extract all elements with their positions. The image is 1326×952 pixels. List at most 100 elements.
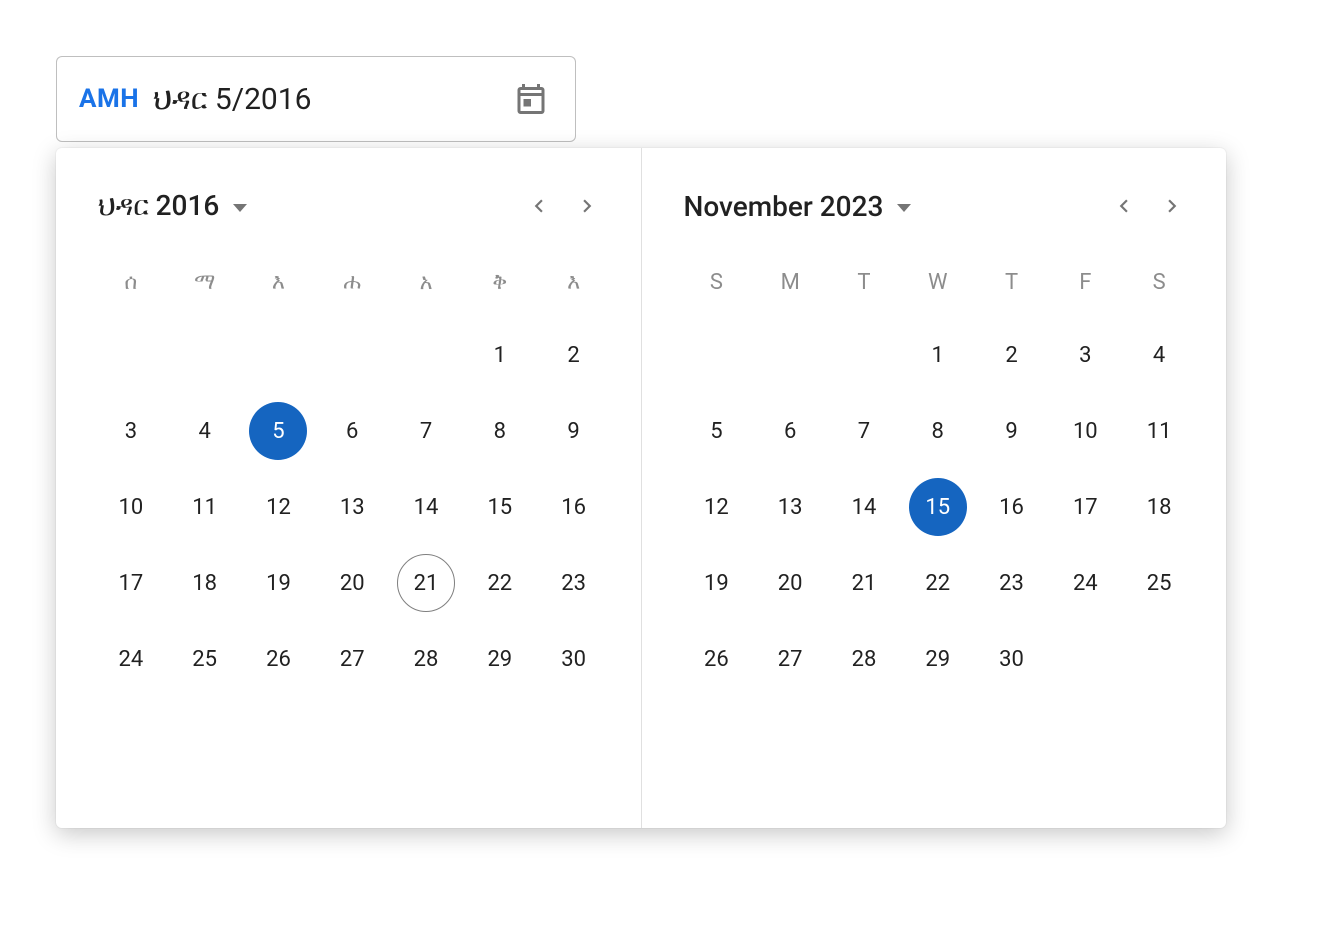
chevron-down-icon[interactable] [233,204,247,212]
calendar-cell: 11 [1122,393,1196,469]
calendar-day[interactable]: 26 [687,630,745,688]
calendar-day[interactable]: 9 [545,402,603,460]
calendar-day[interactable]: 28 [835,630,893,688]
calendar-day[interactable]: 29 [471,630,529,688]
chevron-down-icon[interactable] [897,204,911,212]
calendar-day[interactable]: 7 [397,402,455,460]
calendar-day[interactable]: 14 [835,478,893,536]
day-of-week-header: ሐ [315,260,389,317]
calendar-cell [680,317,754,393]
calendar-day[interactable]: 13 [761,478,819,536]
calendar-day[interactable]: 1 [471,326,529,384]
calendar-cell: 16 [975,469,1049,545]
calendar-day[interactable]: 26 [249,630,307,688]
calendar-day[interactable]: 29 [909,630,967,688]
left-prev-month-button[interactable] [515,182,563,230]
calendar-cell: 22 [463,545,537,621]
calendar-day[interactable]: 16 [545,478,603,536]
calendar-day[interactable]: 18 [176,554,234,612]
calendar-day[interactable]: 27 [761,630,819,688]
date-input-value: ህዳር 5/2016 [153,82,509,117]
calendar-day[interactable]: 19 [249,554,307,612]
calendar-cell [1122,621,1196,697]
left-next-month-button[interactable] [563,182,611,230]
calendar-day[interactable]: 2 [545,326,603,384]
calendar-day[interactable]: 20 [761,554,819,612]
calendar-day[interactable]: 4 [1130,326,1188,384]
calendar-day[interactable]: 12 [687,478,745,536]
calendar-day[interactable]: 4 [176,402,234,460]
calendar-day[interactable]: 6 [323,402,381,460]
calendar-day[interactable]: 24 [102,630,160,688]
calendar-cell: 26 [680,621,754,697]
calendar-day[interactable]: 8 [909,402,967,460]
calendar-day[interactable]: 20 [323,554,381,612]
calendar-cell: 6 [315,393,389,469]
calendar-day[interactable]: 23 [545,554,603,612]
chevron-left-icon [526,193,552,219]
calendar-day[interactable]: 3 [102,402,160,460]
calendar-day[interactable]: 19 [687,554,745,612]
calendar-cell: 23 [975,545,1049,621]
calendar-day[interactable]: 2 [983,326,1041,384]
date-input-box[interactable]: AMH ህዳር 5/2016 [56,56,576,142]
calendar-day[interactable]: 23 [983,554,1041,612]
calendar-day[interactable]: 14 [397,478,455,536]
calendar-day[interactable]: 3 [1056,326,1114,384]
calendar-day[interactable]: 18 [1130,478,1188,536]
calendar-day[interactable]: 30 [983,630,1041,688]
calendar-day[interactable]: 1 [909,326,967,384]
calendar-cell: 17 [94,545,168,621]
calendar-day[interactable]: 11 [176,478,234,536]
calendar-day[interactable]: 5 [249,402,307,460]
calendar-day[interactable]: 6 [761,402,819,460]
calendar-day[interactable]: 25 [1130,554,1188,612]
calendar-cell [242,317,316,393]
calendar-day[interactable]: 7 [835,402,893,460]
calendar-day[interactable]: 30 [545,630,603,688]
calendar-day[interactable]: 10 [1056,402,1114,460]
day-of-week-header: F [1048,260,1122,317]
calendar-day[interactable]: 13 [323,478,381,536]
calendar-cell [315,317,389,393]
calendar-day[interactable]: 9 [983,402,1041,460]
calendar-day[interactable]: 17 [102,554,160,612]
calendar-icon[interactable] [509,77,553,121]
right-month-year-button[interactable]: November 2023 [684,190,884,223]
calendar-day[interactable]: 12 [249,478,307,536]
calendar-cell: 18 [1122,469,1196,545]
calendar-cell [94,317,168,393]
calendar-day[interactable]: 17 [1056,478,1114,536]
calendar-cell [389,317,463,393]
calendar-cell: 11 [168,469,242,545]
calendar-cell: 12 [680,469,754,545]
calendar-day[interactable]: 22 [471,554,529,612]
calendar-day[interactable]: 5 [687,402,745,460]
calendar-cell: 19 [242,545,316,621]
calendar-day[interactable]: 21 [397,554,455,612]
calendar-cell: 30 [975,621,1049,697]
calendar-day[interactable]: 10 [102,478,160,536]
calendar-day[interactable]: 27 [323,630,381,688]
calendar-cell: 8 [463,393,537,469]
day-of-week-header: M [753,260,827,317]
calendar-cell: 13 [753,469,827,545]
left-month-year-button[interactable]: ህዳር 2016 [98,189,219,223]
right-calendar-grid: SMTWTFS123456789101112131415161718192021… [680,260,1197,697]
calendar-day[interactable]: 11 [1130,402,1188,460]
calendar-day[interactable]: 25 [176,630,234,688]
calendar-day[interactable]: 8 [471,402,529,460]
calendar-day[interactable]: 15 [909,478,967,536]
right-next-month-button[interactable] [1148,182,1196,230]
calendar-cell: 18 [168,545,242,621]
right-prev-month-button[interactable] [1100,182,1148,230]
calendar-cell: 1 [901,317,975,393]
calendar-day[interactable]: 16 [983,478,1041,536]
date-picker-container: AMH ህዳር 5/2016 ህዳር 2016 ሰማእሐአቅእ1234567 [56,56,1236,828]
calendar-day[interactable]: 21 [835,554,893,612]
calendar-day[interactable]: 24 [1056,554,1114,612]
calendar-day[interactable]: 28 [397,630,455,688]
calendar-day[interactable]: 22 [909,554,967,612]
right-calendar-pane: November 2023 SMTWTFS1234567891011121314… [642,148,1227,828]
calendar-day[interactable]: 15 [471,478,529,536]
